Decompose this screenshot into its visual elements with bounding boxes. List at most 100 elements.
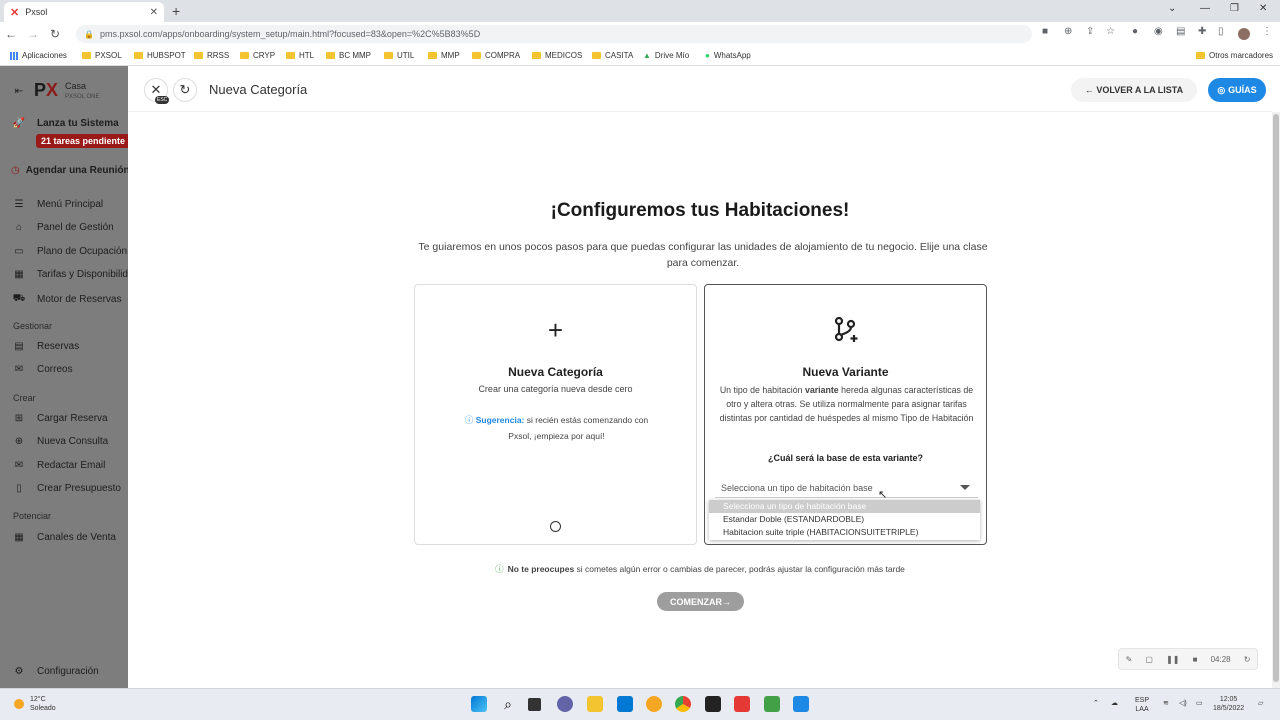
dropdown-option[interactable]: Habitacion suite triple (HABITACIONSUITE… <box>709 526 980 539</box>
bookmark-casita[interactable]: CASITA <box>592 51 633 60</box>
bookmark-medicos[interactable]: MEDICOS <box>532 51 582 60</box>
sidebar-item-nueva-consulta[interactable]: ⊕ Nueva Consulta <box>0 436 128 447</box>
bookmark-apps[interactable]: Aplicaciones <box>10 51 67 60</box>
bookmark-pxsol[interactable]: PXSOL <box>82 51 122 60</box>
app-icon[interactable] <box>646 696 662 712</box>
stop-icon[interactable]: ■ <box>1193 655 1198 664</box>
sidebar-item-menu[interactable]: ☰ Menú Principal <box>0 199 128 210</box>
clock[interactable]: 12:05 18/5/2022 <box>1213 695 1244 713</box>
bookmark-other[interactable]: Otros marcadores <box>1196 51 1273 60</box>
notification-icon[interactable]: ▱ <box>1258 699 1263 708</box>
screenshot-icon[interactable]: ◉ <box>1154 26 1163 37</box>
scrollbar[interactable] <box>1272 112 1280 688</box>
reload-icon[interactable]: ↻ <box>44 27 66 41</box>
sidebar-item-panel[interactable]: ⌂ Panel de Gestión <box>0 222 128 233</box>
section-potenciar: Potenciar <box>13 511 52 521</box>
address-bar[interactable]: 🔒 pms.pxsol.com/apps/onboarding/system_s… <box>76 25 1032 43</box>
pause-icon[interactable]: ❚❚ <box>1166 655 1179 664</box>
volume-icon[interactable]: ◁) <box>1179 699 1187 708</box>
install-icon[interactable]: ⊕ <box>1064 26 1072 37</box>
share-icon[interactable]: ⇪ <box>1086 26 1094 37</box>
minimize-icon[interactable]: — <box>1200 3 1210 14</box>
dropdown-option[interactable]: Estandar Doble (ESTANDARDOBLE) <box>709 513 980 526</box>
bookmark-bc-mmp[interactable]: BC MMP <box>326 51 371 60</box>
browser-menu-icon[interactable]: ⋮ <box>1262 26 1272 37</box>
launch-system[interactable]: 🚀 Lanza tu Sistema <box>0 118 128 129</box>
bookmark-drive[interactable]: ▲ Drive Mío <box>643 51 689 60</box>
tab-search-icon[interactable]: ⌄ <box>1168 3 1176 14</box>
bookmark-htl[interactable]: HTL <box>286 51 314 60</box>
pending-tasks-badge[interactable]: 21 tareas pendiente <box>36 134 128 148</box>
sidebar-item-occupancy[interactable]: ▭ Plano de Ocupación <box>0 246 128 257</box>
bookmark-util[interactable]: UTIL <box>384 51 414 60</box>
folder-icon <box>384 52 393 59</box>
new-variant-card[interactable]: Nueva Variante Un tipo de habitación var… <box>704 284 987 545</box>
sidebar-item-rates[interactable]: ▦ Tarifas y Disponibilid <box>0 269 128 280</box>
dropdown-option[interactable]: Selecciona un tipo de habitación base <box>709 500 980 513</box>
battery-icon[interactable]: ▭ <box>1196 699 1203 708</box>
mail-app-icon[interactable] <box>793 696 809 712</box>
bookmark-star-icon[interactable]: ☆ <box>1106 26 1115 37</box>
bookmark-cryp[interactable]: CRYP <box>240 51 275 60</box>
windows-taskbar: 12°C Soleado ⌕ ⌃ ☁ ESP LAA ≋ ◁) ▭ 12:05 18/… <box>0 688 1280 720</box>
new-category-radio[interactable] <box>550 521 561 532</box>
start-icon[interactable] <box>471 696 487 712</box>
sidebar-item-presupuesto[interactable]: ▯ Crear Presupuesto <box>0 483 128 494</box>
office-icon[interactable] <box>734 696 750 712</box>
new-category-subtitle: Crear una categoría nueva desde cero <box>478 384 633 394</box>
tab-close-icon[interactable]: ✕ <box>150 7 158 18</box>
chrome-icon[interactable] <box>675 696 691 712</box>
store-icon[interactable] <box>617 696 633 712</box>
sidebar-item-reservas[interactable]: ▤ Reservas <box>0 341 128 352</box>
task-view-icon[interactable] <box>528 698 541 711</box>
bookmark-whatsapp[interactable]: ● WhatsApp <box>705 51 751 60</box>
search-icon[interactable]: ⌕ <box>500 696 516 712</box>
add-calendar-icon: ⊞ <box>14 413 24 424</box>
new-tab-icon[interactable]: + <box>172 3 180 19</box>
app3-icon[interactable] <box>764 696 780 712</box>
puzzle-icon[interactable]: ✚ <box>1198 26 1206 37</box>
scrollbar-thumb[interactable] <box>1273 114 1279 682</box>
sidebar-item-configuracion[interactable]: ⚙ Configuración <box>0 666 128 677</box>
profile-avatar[interactable] <box>1238 28 1250 40</box>
bookmark-compra[interactable]: COMPRA <box>472 51 520 60</box>
wifi-icon[interactable]: ≋ <box>1163 699 1169 708</box>
extension-icon[interactable]: ● <box>1132 26 1138 37</box>
refresh-button[interactable]: ↻ <box>173 78 197 102</box>
base-room-type-select[interactable]: Selecciona un tipo de habitación base <box>715 478 978 498</box>
sidebar-item-cargar-reserva[interactable]: ⊞ Cargar Reserva <box>0 413 128 424</box>
recorder-extension-icon[interactable]: ▤ <box>1176 26 1185 37</box>
browser-tab[interactable]: ✕ Pxsol ✕ <box>4 2 164 22</box>
sidebar-item-redactar-email[interactable]: ✉ Redactar Email <box>0 460 128 471</box>
sidebar-item-canales[interactable]: ▦ Canales de Venta <box>0 532 128 543</box>
forward-arrow-icon[interactable]: → <box>22 27 44 41</box>
collapse-sidebar-icon[interactable]: ⇤ <box>0 86 128 97</box>
restart-icon[interactable]: ↻ <box>1244 655 1251 664</box>
chat-icon[interactable] <box>557 696 573 712</box>
new-category-card[interactable]: + Nueva Categoría Crear una categoría nu… <box>414 284 697 545</box>
cloud-icon[interactable]: ☁ <box>1111 699 1118 708</box>
sidebar-item-correos[interactable]: ✉ Correos <box>0 364 128 375</box>
weather-widget[interactable]: 12°C Soleado <box>14 695 56 713</box>
caret-down-icon <box>960 485 970 490</box>
tray-up-icon[interactable]: ⌃ <box>1093 699 1099 708</box>
file-explorer-icon[interactable] <box>587 696 603 712</box>
start-button[interactable]: COMENZAR→ <box>657 592 744 611</box>
bookmark-rrss[interactable]: RRSS <box>194 51 229 60</box>
sidepanel-icon[interactable]: ▯ <box>1218 26 1224 37</box>
schedule-meeting[interactable]: ◷ Agendar una Reunión <box>0 165 128 176</box>
back-to-list-button[interactable]: ← VOLVER A LA LISTA <box>1071 78 1197 102</box>
camera-icon[interactable]: ■ <box>1042 26 1048 37</box>
guides-button[interactable]: ◎ GUÍAS <box>1208 78 1266 102</box>
restore-icon[interactable]: ❐ <box>1230 3 1239 14</box>
window-close-icon[interactable]: ✕ <box>1259 3 1267 14</box>
screen-icon[interactable]: ▢ <box>1145 655 1153 664</box>
bed-icon: ▭ <box>14 246 24 257</box>
pen-icon[interactable]: ✎ <box>1126 655 1133 664</box>
bookmark-hubspot[interactable]: HUBSPOT <box>134 51 186 60</box>
language-indicator[interactable]: ESP LAA <box>1135 696 1149 714</box>
sidebar-item-booking-engine[interactable]: ⛟ Motor de Reservas <box>0 293 128 306</box>
bookmark-mmp[interactable]: MMP <box>428 51 460 60</box>
app2-icon[interactable] <box>705 696 721 712</box>
back-arrow-icon[interactable]: ← <box>0 27 22 41</box>
